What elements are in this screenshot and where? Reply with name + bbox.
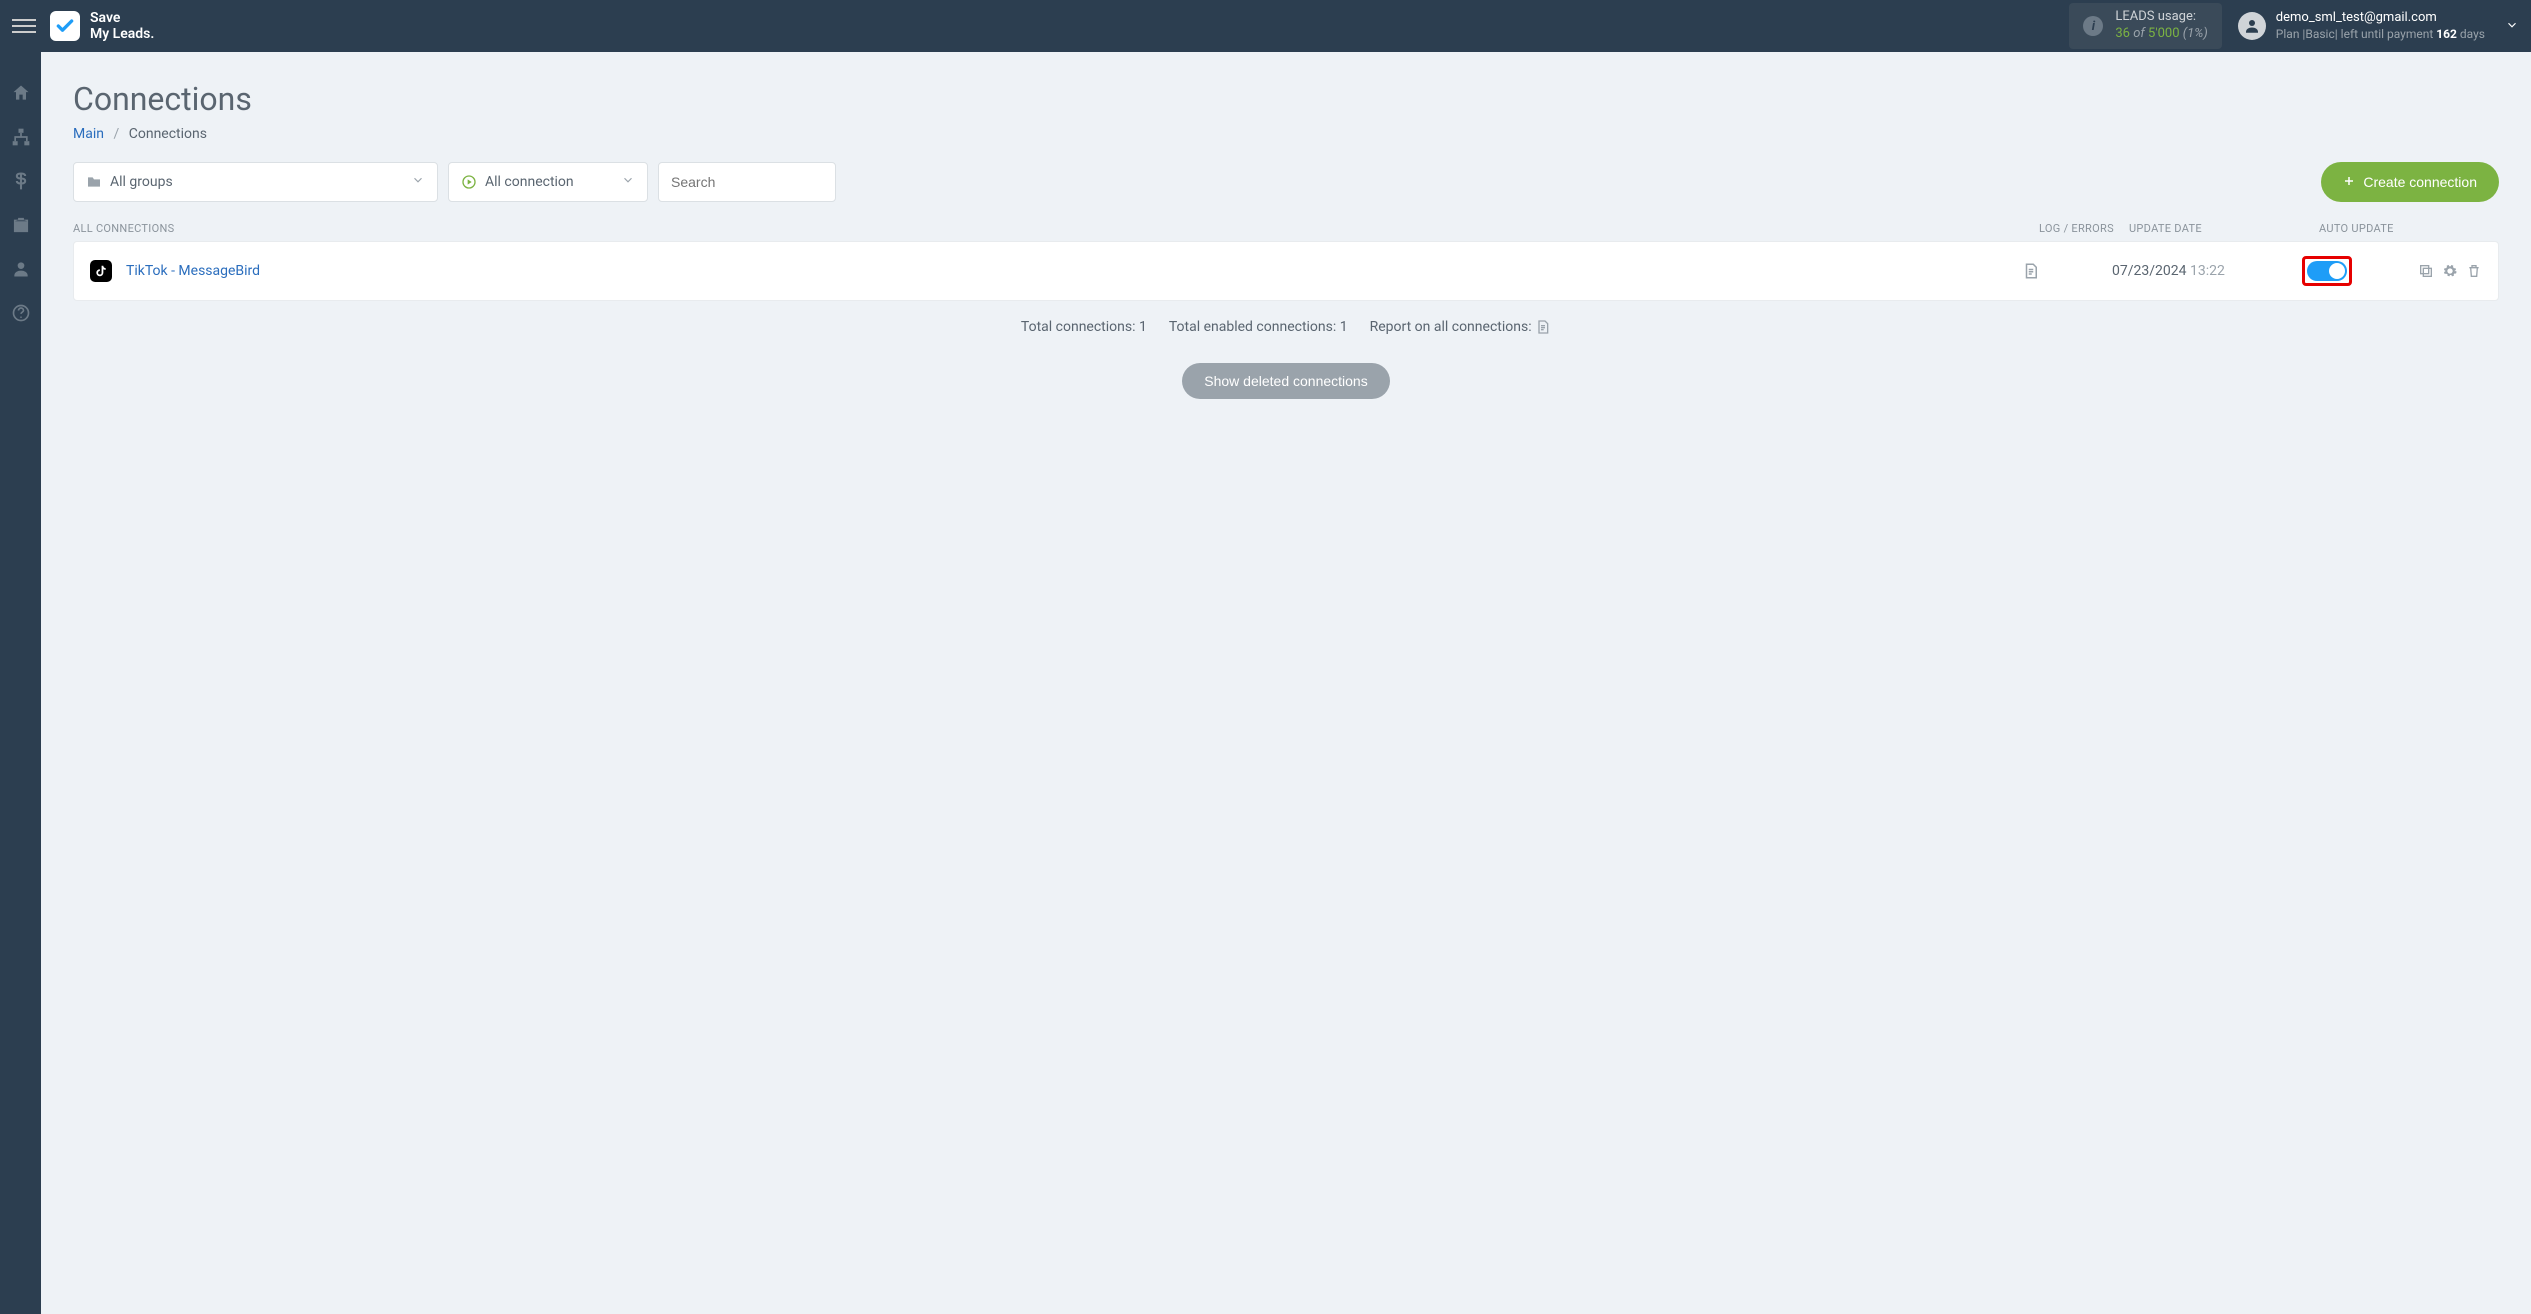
log-cell bbox=[2022, 262, 2112, 280]
auto-update-cell bbox=[2302, 256, 2402, 286]
sidebar-home-icon[interactable] bbox=[10, 82, 32, 104]
trash-icon[interactable] bbox=[2466, 263, 2482, 279]
hamburger-menu-icon[interactable] bbox=[12, 14, 36, 38]
chevron-down-icon[interactable] bbox=[2505, 17, 2519, 36]
brand-logo-icon[interactable] bbox=[50, 11, 80, 41]
status-select[interactable]: All connection bbox=[448, 162, 648, 202]
toggle-highlight-box bbox=[2302, 256, 2352, 286]
plus-icon bbox=[2343, 174, 2355, 190]
connection-row: TikTok - MessageBird 07/23/2024 13:22 bbox=[73, 241, 2499, 301]
sidebar-dollar-icon[interactable] bbox=[10, 170, 32, 192]
topbar: Save My Leads. i LEADS usage: 36 of 5'00… bbox=[0, 0, 2531, 52]
connection-name-link[interactable]: TikTok - MessageBird bbox=[126, 263, 2022, 279]
total-connections: Total connections: 1 bbox=[1021, 319, 1147, 335]
filters-row: All groups All connection Create connect… bbox=[73, 162, 2499, 202]
folder-icon bbox=[86, 174, 102, 190]
summary-row: Total connections: 1 Total enabled conne… bbox=[73, 319, 2499, 335]
info-icon: i bbox=[2083, 16, 2103, 36]
row-actions bbox=[2402, 263, 2482, 279]
play-circle-icon bbox=[461, 174, 477, 190]
th-auto-update: AUTO UPDATE bbox=[2319, 222, 2499, 235]
main-content: Connections Main / Connections All group… bbox=[41, 52, 2531, 427]
th-update-date: UPDATE DATE bbox=[2129, 222, 2319, 235]
user-avatar-icon bbox=[2238, 12, 2266, 40]
sidebar bbox=[0, 52, 41, 1314]
chevron-down-icon bbox=[601, 173, 635, 191]
status-select-label: All connection bbox=[485, 174, 574, 190]
chevron-down-icon bbox=[391, 173, 425, 191]
leads-usage-badge[interactable]: i LEADS usage: 36 of 5'000 (1%) bbox=[2069, 3, 2221, 49]
update-date-cell: 07/23/2024 13:22 bbox=[2112, 263, 2302, 279]
create-connection-button[interactable]: Create connection bbox=[2321, 162, 2499, 202]
brand-name: Save My Leads. bbox=[90, 10, 154, 42]
sidebar-sitemap-icon[interactable] bbox=[10, 126, 32, 148]
copy-icon[interactable] bbox=[2418, 263, 2434, 279]
gear-icon[interactable] bbox=[2442, 263, 2458, 279]
sidebar-help-icon[interactable] bbox=[10, 302, 32, 324]
user-plan: Plan |Basic| left until payment 162 days bbox=[2276, 27, 2485, 43]
brand-line1: Save bbox=[90, 10, 154, 26]
brand-line2: My Leads. bbox=[90, 26, 154, 42]
sidebar-user-icon[interactable] bbox=[10, 258, 32, 280]
search-box bbox=[658, 162, 836, 202]
user-email: demo_sml_test@gmail.com bbox=[2276, 10, 2485, 27]
total-enabled-connections: Total enabled connections: 1 bbox=[1169, 319, 1348, 335]
th-log-errors: LOG / ERRORS bbox=[2039, 222, 2129, 235]
leads-used: 36 bbox=[2115, 26, 2130, 41]
toggle-knob bbox=[2329, 263, 2345, 279]
search-input[interactable] bbox=[671, 174, 823, 190]
tiktok-icon bbox=[90, 260, 112, 282]
show-deleted-button[interactable]: Show deleted connections bbox=[1182, 363, 1389, 399]
leads-usage-label: LEADS usage: bbox=[2115, 9, 2207, 26]
leads-of: of bbox=[2133, 26, 2145, 41]
log-document-icon[interactable] bbox=[2022, 262, 2040, 280]
breadcrumb: Main / Connections bbox=[73, 126, 2499, 142]
page-title: Connections bbox=[73, 80, 2499, 118]
update-date: 07/23/2024 bbox=[2112, 263, 2187, 279]
table-header: ALL CONNECTIONS LOG / ERRORS UPDATE DATE… bbox=[73, 216, 2499, 241]
report-document-icon[interactable] bbox=[1535, 319, 1551, 335]
leads-pct: (1%) bbox=[2183, 26, 2208, 41]
breadcrumb-current: Connections bbox=[129, 126, 207, 142]
create-connection-label: Create connection bbox=[2363, 174, 2477, 190]
leads-usage-text: LEADS usage: 36 of 5'000 (1%) bbox=[2115, 9, 2207, 43]
breadcrumb-separator: / bbox=[113, 126, 119, 142]
breadcrumb-main[interactable]: Main bbox=[73, 126, 104, 142]
auto-update-toggle[interactable] bbox=[2307, 261, 2347, 281]
user-account-block[interactable]: demo_sml_test@gmail.com Plan |Basic| lef… bbox=[2238, 10, 2485, 42]
groups-select[interactable]: All groups bbox=[73, 162, 438, 202]
sidebar-briefcase-icon[interactable] bbox=[10, 214, 32, 236]
report-all-connections: Report on all connections: bbox=[1370, 319, 1551, 335]
update-time: 13:22 bbox=[2190, 263, 2225, 279]
leads-limit: 5'000 bbox=[2148, 26, 2180, 41]
user-text: demo_sml_test@gmail.com Plan |Basic| lef… bbox=[2276, 10, 2485, 42]
th-all-connections: ALL CONNECTIONS bbox=[73, 222, 2039, 235]
groups-select-label: All groups bbox=[110, 174, 173, 190]
